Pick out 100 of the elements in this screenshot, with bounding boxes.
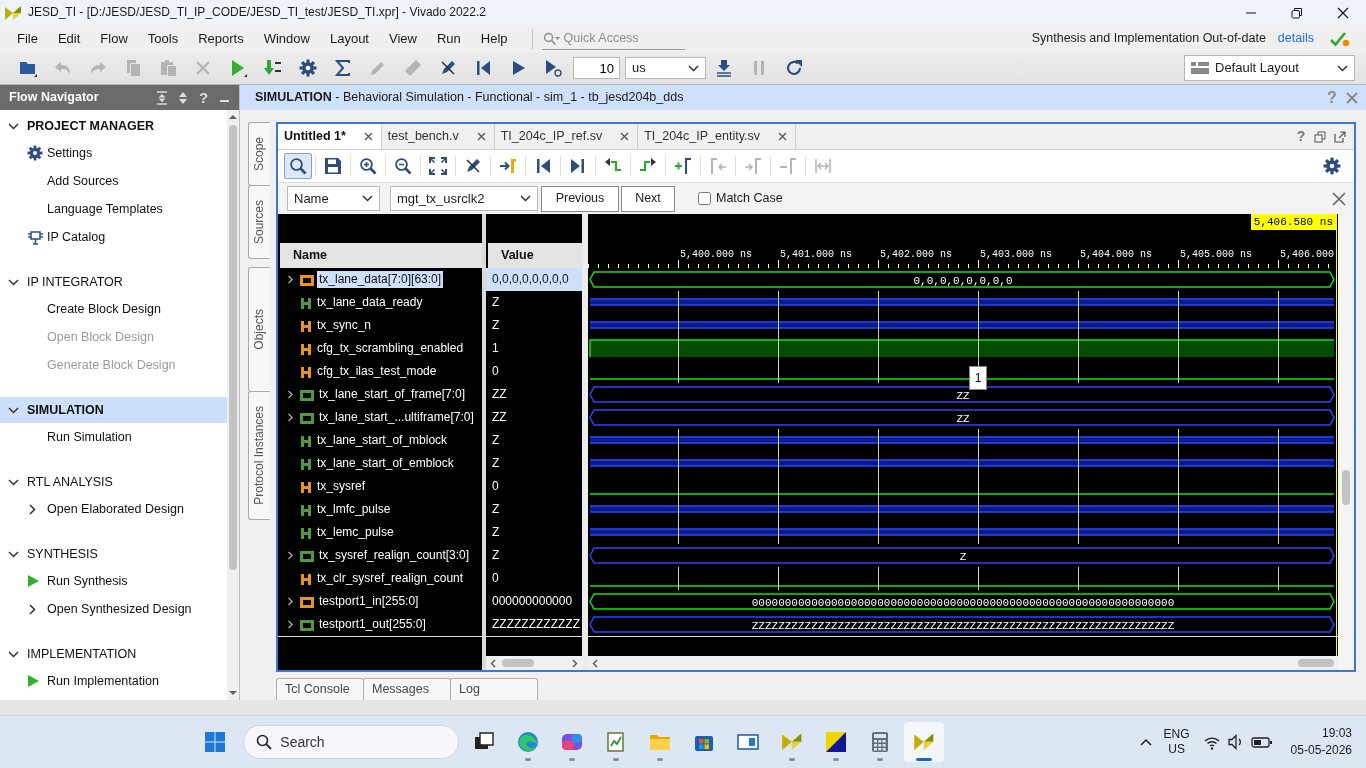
gear-icon xyxy=(27,145,43,161)
chevron-right-icon[interactable] xyxy=(286,390,295,399)
signal-name[interactable]: tx_lmfc_pulse xyxy=(315,501,393,518)
nav-item[interactable]: IP Catalog xyxy=(0,223,227,251)
side-tab[interactable]: Protocol Instances xyxy=(248,391,270,520)
chevron-right-icon[interactable] xyxy=(286,551,295,560)
signal-name[interactable]: tx_sysref_realign_count[3:0] xyxy=(317,547,472,564)
battery-icon[interactable] xyxy=(1250,734,1273,750)
signal-name[interactable]: tx_lane_start_...ultiframe[7:0] xyxy=(317,409,476,426)
scrollbar-thumb[interactable] xyxy=(1298,659,1334,667)
scrollbar-thumb[interactable] xyxy=(229,125,237,570)
nav-item[interactable]: Settings xyxy=(0,139,227,167)
side-tab[interactable]: Sources xyxy=(248,185,270,260)
panel-tab[interactable]: Tcl Console xyxy=(276,678,364,700)
chevron-right-icon[interactable] xyxy=(286,275,295,284)
clock-date[interactable]: 05-05-2026 xyxy=(1290,742,1352,759)
section-header[interactable]: IP INTEGRATOR xyxy=(0,269,227,295)
show-hidden-icons-button[interactable] xyxy=(1139,738,1152,746)
match-case-label[interactable]: Match Case xyxy=(716,191,783,206)
section-header[interactable]: RTL ANALYSIS xyxy=(0,469,227,495)
signal-name[interactable]: tx_lemc_pulse xyxy=(315,524,396,541)
search-by-select[interactable]: Name xyxy=(287,186,380,211)
menu-item[interactable]: Reports xyxy=(188,25,254,52)
signal-name[interactable]: tx_lane_data_ready xyxy=(315,294,425,311)
signal-name[interactable]: cfg_tx_scrambling_enabled xyxy=(315,340,466,357)
side-tab[interactable]: Scope xyxy=(248,122,270,187)
region-label[interactable]: US xyxy=(1163,742,1190,757)
nav-item[interactable]: Language Templates xyxy=(0,195,227,223)
time-unit-select[interactable]: us xyxy=(625,57,706,79)
editor-tab[interactable]: Untitled 1* xyxy=(278,124,382,149)
menu-item[interactable]: Edit xyxy=(47,25,91,52)
chevron-right-icon[interactable] xyxy=(286,620,295,629)
signal-name[interactable]: tx_clr_sysref_realign_count xyxy=(315,570,466,587)
menu-item[interactable]: View xyxy=(379,25,427,52)
menu-item[interactable]: Window xyxy=(253,25,320,52)
volume-icon[interactable] xyxy=(1227,734,1243,750)
section-header[interactable]: IMPLEMENTATION xyxy=(0,641,227,667)
vertical-scrollbar[interactable] xyxy=(1338,214,1354,670)
signal-name[interactable]: tx_sync_n xyxy=(315,317,374,334)
search-button[interactable] xyxy=(284,153,312,179)
editor-tab[interactable]: test_bench.v xyxy=(381,124,495,149)
taskbar-search-field[interactable]: Search xyxy=(243,725,460,759)
time-cursor[interactable] xyxy=(1335,214,1337,656)
scrollbar-thumb[interactable] xyxy=(1342,470,1350,505)
signal-name[interactable]: cfg_tx_ilas_test_mode xyxy=(315,363,439,380)
horizontal-scrollbar[interactable] xyxy=(486,656,582,670)
side-tab[interactable]: Objects xyxy=(248,267,270,393)
panel-tab[interactable]: Log xyxy=(450,678,538,700)
signal-name[interactable]: tx_sysref xyxy=(315,478,367,495)
signal-name[interactable]: tx_lane_start_of_emblock xyxy=(315,455,456,472)
chevron-right-icon[interactable] xyxy=(286,413,295,422)
previous-button[interactable]: Previous xyxy=(541,185,619,212)
language-label[interactable]: ENG xyxy=(1163,727,1190,742)
signal-name[interactable]: tx_lane_start_of_mblock xyxy=(315,432,450,449)
marker-label[interactable]: 1 xyxy=(969,366,987,390)
close-button[interactable] xyxy=(1332,191,1346,206)
quick-access-field[interactable]: Quick Access xyxy=(541,27,685,50)
signal-name[interactable]: tx_lane_start_of_frame[7:0] xyxy=(317,386,468,403)
nav-item[interactable]: Add Sources xyxy=(0,167,227,195)
float-button[interactable] xyxy=(1334,130,1346,143)
folder-icon xyxy=(18,59,37,77)
match-case-checkbox[interactable] xyxy=(698,192,711,205)
next-button[interactable]: Next xyxy=(621,185,675,212)
panel-tab[interactable]: Messages xyxy=(363,678,451,700)
signal-value: ZZ xyxy=(491,386,508,403)
menu-item[interactable]: Layout xyxy=(319,25,379,52)
section-header[interactable]: PROJECT MANAGER xyxy=(0,113,227,139)
menu-item[interactable]: Tools xyxy=(137,25,189,52)
menu-item[interactable]: File xyxy=(7,25,48,52)
horizontal-scrollbar[interactable] xyxy=(588,656,1338,670)
help-button[interactable]: ? xyxy=(193,85,214,110)
help-button[interactable]: ? xyxy=(1292,125,1310,148)
section-header[interactable]: SYNTHESIS xyxy=(0,541,227,567)
eraser-icon xyxy=(403,59,422,77)
editor-tab[interactable]: TI_204c_IP_ref.sv xyxy=(494,124,639,149)
section-header[interactable]: SIMULATION xyxy=(0,397,227,423)
scrollbar-thumb[interactable] xyxy=(502,659,534,667)
editor-tab[interactable]: TI_204c_IP_entity.sv xyxy=(638,124,796,149)
nav-item[interactable]: Run Simulation xyxy=(0,423,227,451)
signal-name[interactable]: testport1_out[255:0] xyxy=(317,616,428,633)
layout-select[interactable]: Default Layout xyxy=(1184,55,1355,81)
vertical-scrollbar[interactable] xyxy=(227,110,239,700)
diagonal-split-icon xyxy=(825,731,848,753)
signal-name[interactable]: tx_lane_data[7:0][63:0] xyxy=(317,271,444,288)
nav-item[interactable]: Open Synthesized Design xyxy=(0,595,227,623)
menu-item[interactable]: Flow xyxy=(90,25,138,52)
details-link[interactable]: details xyxy=(1277,31,1314,46)
signal-select[interactable]: mgt_tx_usrclk2 xyxy=(390,186,538,211)
nav-item[interactable]: Open Elaborated Design xyxy=(0,495,227,523)
chevron-right-icon[interactable] xyxy=(286,597,295,606)
nav-item[interactable]: Create Block Design xyxy=(0,295,227,323)
settings-icon xyxy=(1323,157,1341,175)
caret-icon xyxy=(362,195,373,202)
signal-name[interactable]: testport1_in[255:0] xyxy=(317,593,421,610)
menu-item[interactable]: Run xyxy=(426,25,471,52)
run-time-field[interactable]: 10 xyxy=(573,57,620,79)
menu-item[interactable]: Help xyxy=(470,25,518,52)
nav-item[interactable]: Run Synthesis xyxy=(0,567,227,595)
nav-item[interactable]: Run Implementation xyxy=(0,667,227,695)
clock-time[interactable]: 19:03 xyxy=(1290,725,1352,742)
